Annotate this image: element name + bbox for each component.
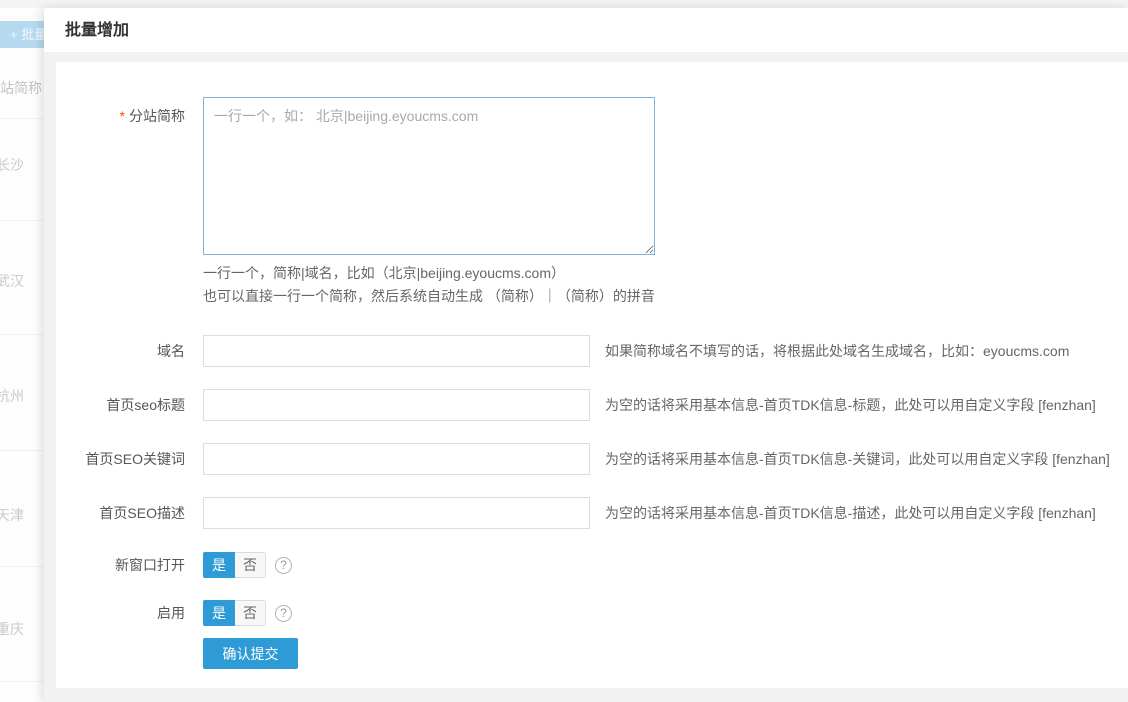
domain-label: 域名 (56, 341, 203, 361)
bg-row-chongqing: 重庆 (0, 619, 24, 639)
seo-title-input[interactable] (203, 389, 590, 421)
bg-row-changsha: 长沙 (0, 155, 24, 175)
batch-add-modal: 批量增加 *分站简称 一行一个，简称|域名，比如（北京|beijing.eyou… (44, 8, 1128, 702)
row-divider (0, 566, 44, 567)
row-divider (0, 450, 44, 451)
open-new-window-yes-button[interactable]: 是 (203, 552, 235, 578)
form-panel: *分站简称 一行一个，简称|域名，比如（北京|beijing.eyoucms.c… (56, 62, 1128, 688)
shortname-help: 一行一个，简称|域名，比如（北京|beijing.eyoucms.com） 也可… (203, 262, 1128, 308)
seo-keywords-hint: 为空的话将采用基本信息-首页TDK信息-关键词，此处可以用自定义字段 [fenz… (605, 449, 1110, 469)
row-divider (0, 118, 44, 119)
bg-row-hangzhou: 杭州 (0, 386, 24, 406)
open-new-window-label: 新窗口打开 (56, 555, 203, 575)
form-row-shortname: *分站简称 (56, 97, 1128, 255)
form-row-seo-title: 首页seo标题 为空的话将采用基本信息-首页TDK信息-标题，此处可以用自定义字… (56, 389, 1128, 421)
domain-hint: 如果简称域名不填写的话，将根据此处域名生成域名，比如：eyoucms.com (605, 341, 1069, 361)
shortname-help-line1: 一行一个，简称|域名，比如（北京|beijing.eyoucms.com） (203, 262, 1128, 285)
seo-description-label: 首页SEO描述 (56, 503, 203, 523)
modal-body: *分站简称 一行一个，简称|域名，比如（北京|beijing.eyoucms.c… (44, 52, 1128, 702)
submit-row: 确认提交 (56, 638, 1128, 669)
modal-title: 批量增加 (65, 8, 1128, 54)
seo-title-label: 首页seo标题 (56, 395, 203, 415)
row-divider (0, 334, 44, 335)
bg-row-wuhan: 武汉 (0, 271, 24, 291)
form-row-seo-keywords: 首页SEO关键词 为空的话将采用基本信息-首页TDK信息-关键词，此处可以用自定… (56, 443, 1128, 475)
form-row-seo-description: 首页SEO描述 为空的话将采用基本信息-首页TDK信息-描述，此处可以用自定义字… (56, 497, 1128, 529)
enabled-yes-button[interactable]: 是 (203, 600, 235, 626)
form-row-enabled: 启用 是 否 ? (56, 600, 1128, 626)
seo-keywords-label: 首页SEO关键词 (56, 449, 203, 469)
help-icon[interactable]: ? (275, 605, 292, 622)
enabled-no-button[interactable]: 否 (235, 600, 266, 626)
seo-description-input[interactable] (203, 497, 590, 529)
domain-input[interactable] (203, 335, 590, 367)
seo-title-hint: 为空的话将采用基本信息-首页TDK信息-标题，此处可以用自定义字段 [fenzh… (605, 395, 1096, 415)
form-row-domain: 域名 如果简称域名不填写的话，将根据此处域名生成域名，比如：eyoucms.co… (56, 335, 1128, 367)
row-divider (0, 681, 44, 682)
row-divider (0, 220, 44, 221)
shortname-textarea[interactable] (203, 97, 655, 255)
enabled-toggle: 是 否 (203, 600, 266, 626)
background-top-strip (0, 0, 1128, 8)
form-row-open-new-window: 新窗口打开 是 否 ? (56, 552, 1128, 578)
modal-header: 批量增加 (44, 8, 1128, 52)
shortname-label: *分站简称 (56, 97, 203, 126)
bg-table-header-shortname: 站简称 (0, 78, 42, 98)
shortname-label-text: 分站简称 (129, 108, 185, 124)
enabled-label: 启用 (56, 603, 203, 623)
required-asterisk: * (120, 108, 125, 124)
confirm-submit-button[interactable]: 确认提交 (203, 638, 298, 669)
seo-description-hint: 为空的话将采用基本信息-首页TDK信息-描述，此处可以用自定义字段 [fenzh… (605, 503, 1096, 523)
shortname-help-line2: 也可以直接一行一个简称，然后系统自动生成 （简称）｜（简称）的拼音 (203, 285, 1128, 308)
open-new-window-toggle: 是 否 (203, 552, 266, 578)
open-new-window-no-button[interactable]: 否 (235, 552, 266, 578)
bg-row-tianjin: 天津 (0, 505, 24, 525)
seo-keywords-input[interactable] (203, 443, 590, 475)
help-icon[interactable]: ? (275, 557, 292, 574)
